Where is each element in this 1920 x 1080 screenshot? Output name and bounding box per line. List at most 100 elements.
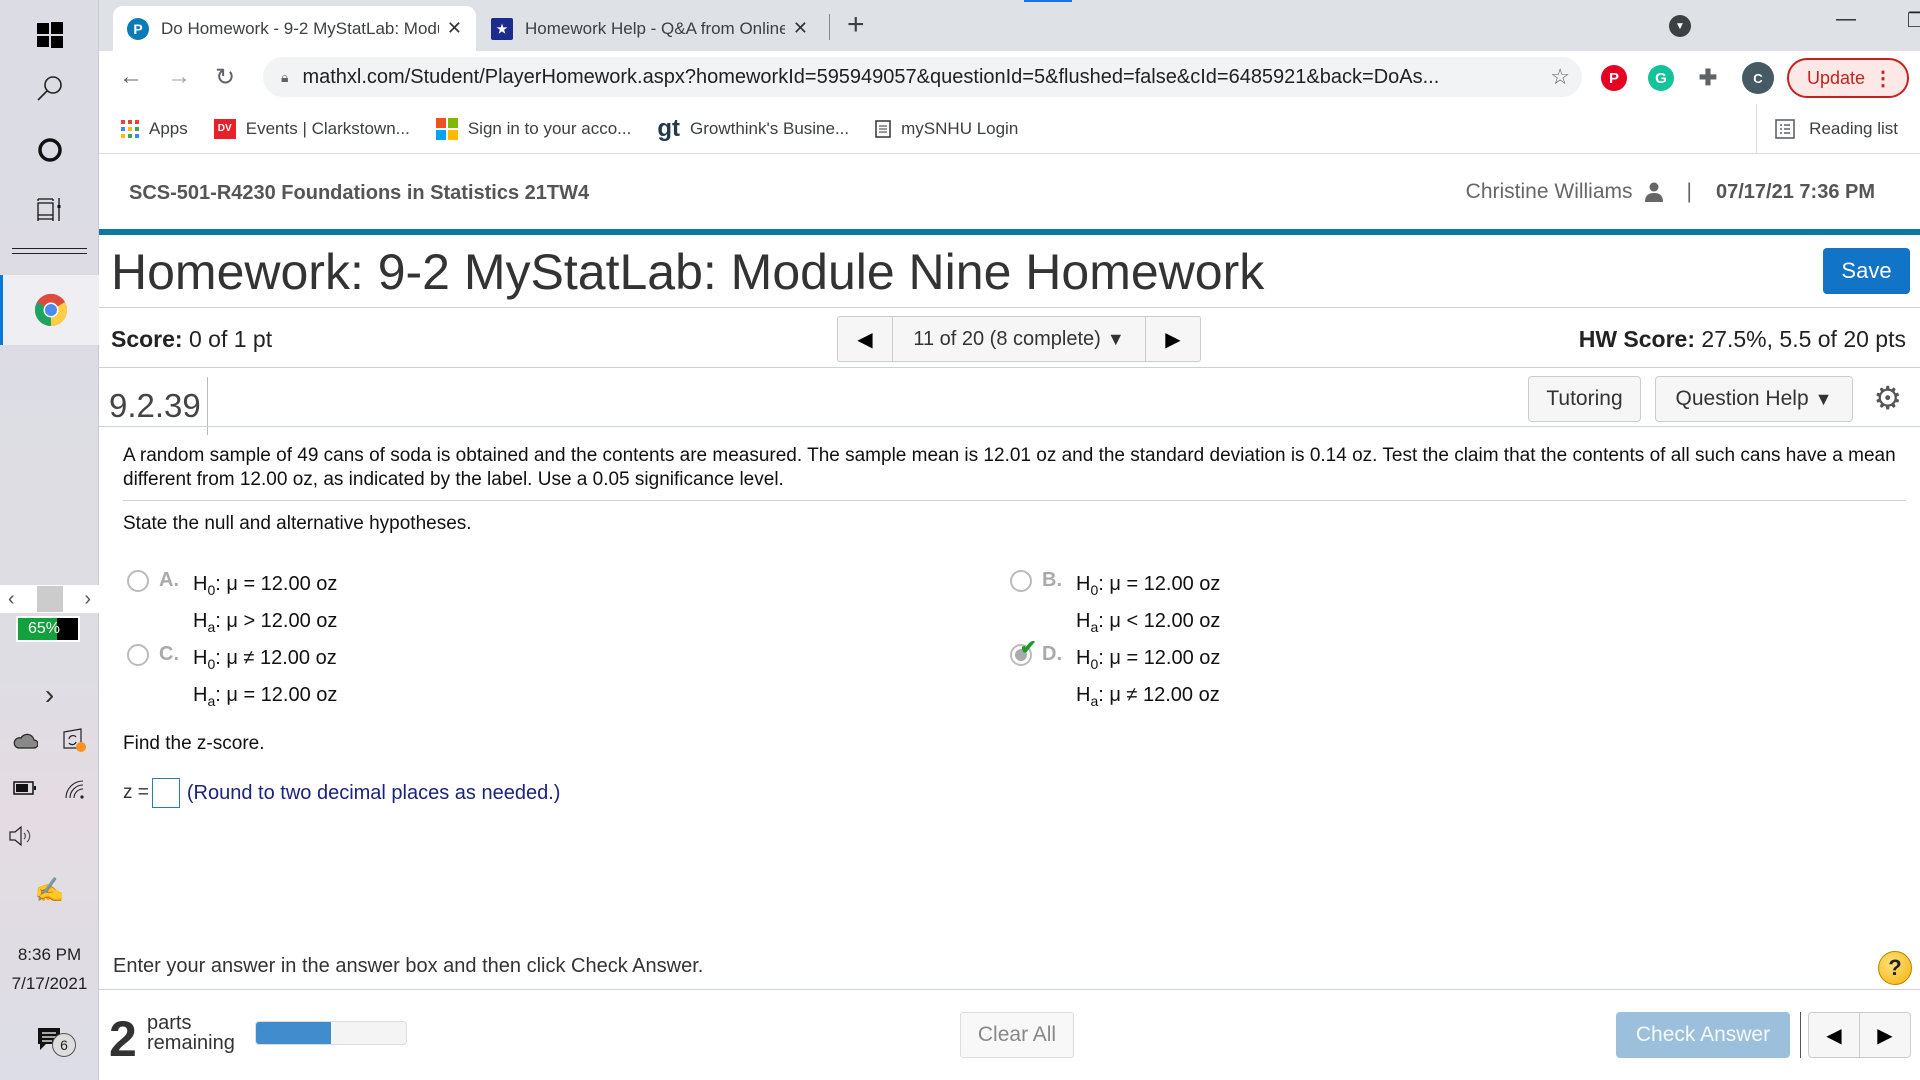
notification-count-badge: 6 xyxy=(52,1033,76,1057)
bookmark-star-icon: ★ xyxy=(491,17,513,40)
extensions-puzzle-icon[interactable]: ✚ xyxy=(1695,65,1721,91)
previous-question-button[interactable]: ◀ xyxy=(838,317,892,361)
restore-icon: ❐ xyxy=(1907,10,1920,32)
homework-score: HW Score: 27.5%, 5.5 of 20 pts xyxy=(1578,326,1906,352)
tab-do-homework[interactable]: P Do Homework - 9-2 MyStatLab: Module Ni… xyxy=(113,6,476,51)
more-menu-icon: ⋮ xyxy=(1873,67,1893,90)
back-button[interactable]: ← xyxy=(119,63,143,91)
page-icon xyxy=(875,119,891,138)
tab-strip: P Do Homework - 9-2 MyStatLab: Module Ni… xyxy=(99,0,1920,51)
choice-a[interactable]: A. H0: μ = 12.00 oz Ha: μ > 12.00 oz xyxy=(127,569,337,643)
scroll-left-icon[interactable]: ‹ xyxy=(8,588,15,611)
reading-list-button[interactable]: Reading list xyxy=(1756,104,1898,154)
user-icon xyxy=(1644,182,1663,202)
taskbar-chrome[interactable] xyxy=(0,275,99,345)
tutoring-button[interactable]: Tutoring xyxy=(1528,376,1641,422)
bookmark-star-icon[interactable]: ☆ xyxy=(1550,64,1570,90)
progress-fill xyxy=(256,1022,331,1044)
bookmark-events-clarkstown[interactable]: DV Events | Clarkstown... xyxy=(213,118,410,139)
choice-c[interactable]: C. H0: μ ≠ 12.00 oz Ha: μ = 12.00 oz xyxy=(127,643,337,717)
browser-chrome: P Do Homework - 9-2 MyStatLab: Module Ni… xyxy=(99,0,1920,155)
tab-loading-indicator xyxy=(1024,0,1072,2)
battery-icon[interactable] xyxy=(13,781,37,795)
pen-icon: ✍ xyxy=(34,876,65,904)
search-button[interactable] xyxy=(0,63,99,113)
divider xyxy=(123,500,1906,501)
profile-avatar[interactable]: C xyxy=(1742,62,1774,94)
pinterest-extension-icon[interactable]: P xyxy=(1601,65,1627,91)
triangle-right-icon: ▶ xyxy=(1877,1024,1893,1047)
volume-icon[interactable] xyxy=(8,825,34,847)
next-question-button[interactable]: ▶ xyxy=(1859,1013,1910,1057)
save-button[interactable]: Save xyxy=(1823,248,1910,294)
forward-button[interactable]: → xyxy=(167,63,191,91)
taskbar-scroller[interactable]: ‹ › xyxy=(0,585,99,613)
task-view-button[interactable] xyxy=(0,185,99,235)
sync-icon[interactable] xyxy=(61,727,87,753)
bookmark-microsoft-signin[interactable]: Sign in to your acco... xyxy=(435,117,631,140)
radio-c[interactable] xyxy=(127,644,149,666)
triangle-left-icon: ◀ xyxy=(857,328,873,351)
restore-button[interactable]: ❐ xyxy=(1896,8,1920,33)
tab-homework-help[interactable]: ★ Homework Help - Q&A from Online Tutors… xyxy=(477,6,822,51)
tab-separator xyxy=(829,14,830,40)
help-question-icon[interactable]: ? xyxy=(1878,951,1912,985)
reading-list-icon xyxy=(1775,119,1795,139)
clock[interactable]: 8:36 PM 7/17/2021 xyxy=(0,940,99,998)
divider xyxy=(99,367,1920,368)
microsoft-icon xyxy=(435,117,458,140)
start-button[interactable] xyxy=(0,10,99,60)
homework-page: SCS-501-R4230 Foundations in Statistics … xyxy=(99,155,1920,1080)
show-hidden-icons-button[interactable]: › xyxy=(0,675,99,715)
minimize-button[interactable]: — xyxy=(1826,8,1866,31)
cortana-button[interactable] xyxy=(0,125,99,175)
onedrive-icon[interactable] xyxy=(12,731,38,749)
bookmark-growthink[interactable]: gt Growthink's Busine... xyxy=(657,115,849,143)
z-score-answer-row: z = (Round to two decimal places as need… xyxy=(123,778,560,808)
reload-button[interactable]: ↻ xyxy=(215,63,235,92)
chevron-right-icon: › xyxy=(44,679,55,710)
pearson-icon: P xyxy=(127,17,149,40)
scroll-right-icon[interactable]: › xyxy=(84,588,91,611)
radio-b[interactable] xyxy=(1010,570,1032,592)
previous-question-button[interactable]: ◀ xyxy=(1809,1013,1859,1057)
pen-workspace-button[interactable]: ✍ xyxy=(0,870,99,910)
triangle-right-icon: ▶ xyxy=(1165,328,1181,351)
hypotheses-prompt: State the null and alternative hypothese… xyxy=(123,513,472,534)
windows-taskbar: ‹ › 65% › ✍ 8:36 PM 7/17/2021 6 xyxy=(0,0,99,1080)
question-help-button[interactable]: Question Help ▼ xyxy=(1655,376,1853,422)
triangle-left-icon: ◀ xyxy=(1826,1024,1842,1047)
close-tab-icon[interactable]: ✕ xyxy=(793,18,808,39)
check-answer-button[interactable]: Check Answer xyxy=(1616,1012,1790,1058)
scroll-thumb[interactable] xyxy=(36,586,63,612)
radio-a[interactable] xyxy=(127,570,149,592)
parts-remaining-label: parts remaining xyxy=(147,1012,235,1054)
taskbar-divider xyxy=(12,248,87,254)
tab-search-button[interactable]: ▼ xyxy=(1669,15,1691,37)
choice-d[interactable]: ✔ D. H0: μ = 12.00 oz Ha: μ ≠ 12.00 oz xyxy=(1010,637,1220,717)
question-score: Score: 0 of 1 pt xyxy=(111,326,273,352)
update-chrome-button[interactable]: Update ⋮ xyxy=(1787,58,1909,98)
bookmark-mysnhu[interactable]: mySNHU Login xyxy=(875,119,1018,139)
cortana-icon xyxy=(37,138,62,162)
clear-all-button[interactable]: Clear All xyxy=(960,1012,1074,1058)
user-name[interactable]: Christine Williams xyxy=(1466,180,1633,204)
homework-title: Homework: 9-2 MyStatLab: Module Nine Hom… xyxy=(111,244,1265,300)
new-tab-button[interactable]: + xyxy=(847,8,865,42)
choice-b[interactable]: B. H0: μ = 12.00 oz Ha: μ < 12.00 oz xyxy=(1010,569,1220,643)
chrome-icon xyxy=(34,293,68,327)
search-icon xyxy=(36,76,62,101)
minimize-icon: — xyxy=(1836,8,1856,30)
address-bar[interactable]: 🔒︎ mathxl.com/Student/PlayerHomework.asp… xyxy=(263,57,1582,97)
settings-gear-icon[interactable]: ⚙ xyxy=(1873,379,1902,417)
wifi-icon[interactable] xyxy=(62,777,86,799)
action-center-button[interactable] xyxy=(0,1015,99,1065)
close-tab-icon[interactable]: ✕ xyxy=(447,18,462,39)
z-label: z = xyxy=(123,782,149,803)
z-score-input[interactable] xyxy=(151,778,180,808)
bookmark-apps[interactable]: Apps xyxy=(121,119,188,139)
rounding-hint: (Round to two decimal places as needed.) xyxy=(186,781,561,804)
question-select-dropdown[interactable]: 11 of 20 (8 complete) ▼ xyxy=(892,317,1146,361)
next-question-button[interactable]: ▶ xyxy=(1146,317,1200,361)
grammarly-extension-icon[interactable]: G xyxy=(1648,65,1674,91)
